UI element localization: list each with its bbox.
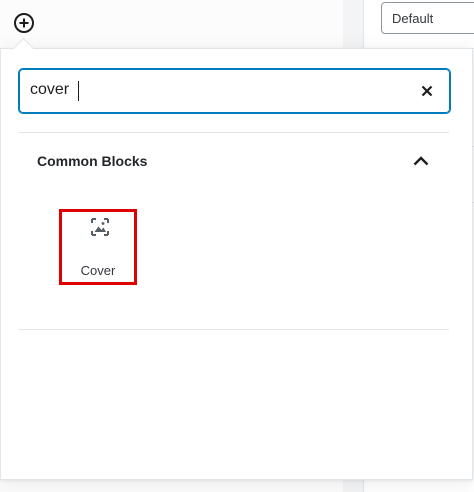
clear-search-button[interactable] <box>417 81 437 101</box>
chevron-up-icon <box>413 156 429 166</box>
block-item-cover[interactable]: Cover <box>59 209 137 285</box>
block-search-input[interactable] <box>30 70 400 110</box>
common-blocks-panel-toggle[interactable]: Common Blocks <box>19 141 449 181</box>
block-item-label: Cover <box>80 263 116 278</box>
divider <box>19 329 449 330</box>
plus-circle-icon <box>14 13 34 33</box>
style-select[interactable]: Default <box>381 2 474 34</box>
add-block-button[interactable] <box>12 11 36 35</box>
block-search <box>19 69 450 113</box>
close-icon <box>421 85 433 97</box>
panel-title: Common Blocks <box>37 153 148 169</box>
text-caret <box>78 81 79 101</box>
divider <box>19 132 449 133</box>
cover-image-icon <box>91 218 109 236</box>
block-inserter-popover: Common Blocks Cover <box>0 48 473 480</box>
